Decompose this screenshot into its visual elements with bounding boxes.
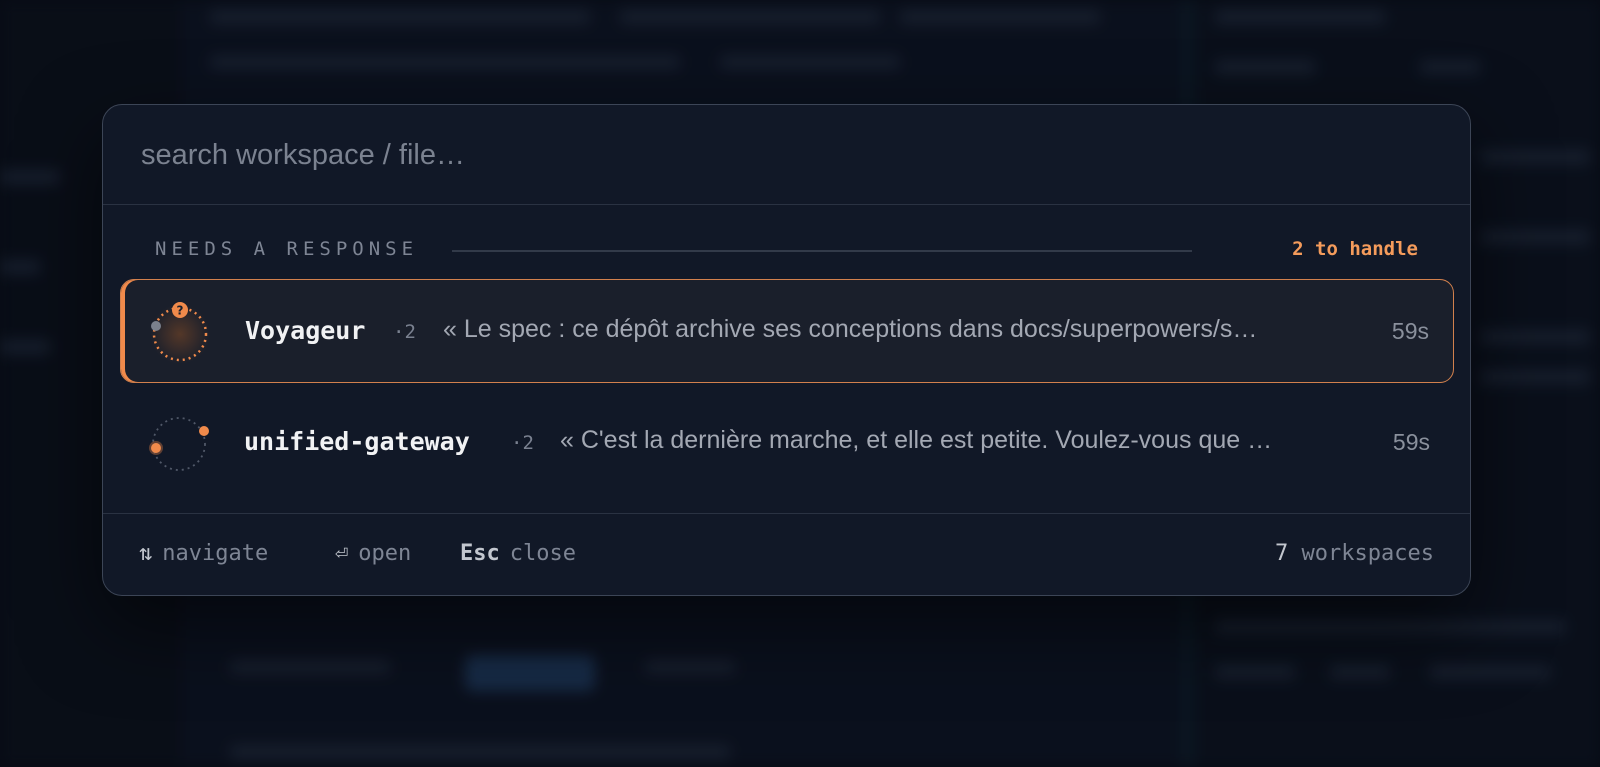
agent-status-icon <box>147 410 211 474</box>
up-down-arrows-icon: ⇅ <box>139 541 153 566</box>
workspace-name: Voyageur <box>245 316 366 345</box>
workspace-switcher-palette: NEEDS A RESPONSE 2 to handle ? Voyageur <box>102 104 1471 596</box>
workspace-name: unified-gateway <box>244 427 470 456</box>
elapsed-time: 59s <box>1391 318 1429 344</box>
hint-navigate: ⇅ navigate <box>139 541 269 566</box>
hint-open: ⏎ open <box>335 541 412 566</box>
keyboard-hints-footer: ⇅ navigate ⏎ open Esc close 7 workspaces <box>103 513 1470 595</box>
workspace-count: 7 workspaces <box>1275 541 1434 566</box>
workspace-row-voyageur[interactable]: ? Voyageur ·2 « Le spec : ce dépôt archi… <box>120 279 1454 383</box>
pending-count-badge: 2 to handle <box>1292 238 1418 260</box>
search-input[interactable] <box>139 130 1343 180</box>
esc-key: Esc <box>460 541 500 566</box>
latest-message-preview: « C'est la dernière marche, et elle est … <box>560 426 1273 454</box>
section-divider <box>452 250 1192 252</box>
workspace-message-count: ·2 <box>393 321 416 343</box>
agent-status-icon: ? <box>148 299 212 364</box>
workspace-message-count: ·2 <box>511 432 534 454</box>
enter-key-icon: ⏎ <box>335 541 349 566</box>
elapsed-time: 59s <box>1392 429 1430 455</box>
section-title: NEEDS A RESPONSE <box>155 238 419 260</box>
hint-close: Esc close <box>460 541 576 566</box>
search-bar <box>103 105 1470 205</box>
section-header: NEEDS A RESPONSE 2 to handle <box>155 235 1418 265</box>
workspace-row-unified-gateway[interactable]: unified-gateway ·2 « C'est la dernière m… <box>120 391 1454 495</box>
question-badge-icon: ? <box>177 304 184 318</box>
latest-message-preview: « Le spec : ce dépôt archive ses concept… <box>443 315 1258 343</box>
